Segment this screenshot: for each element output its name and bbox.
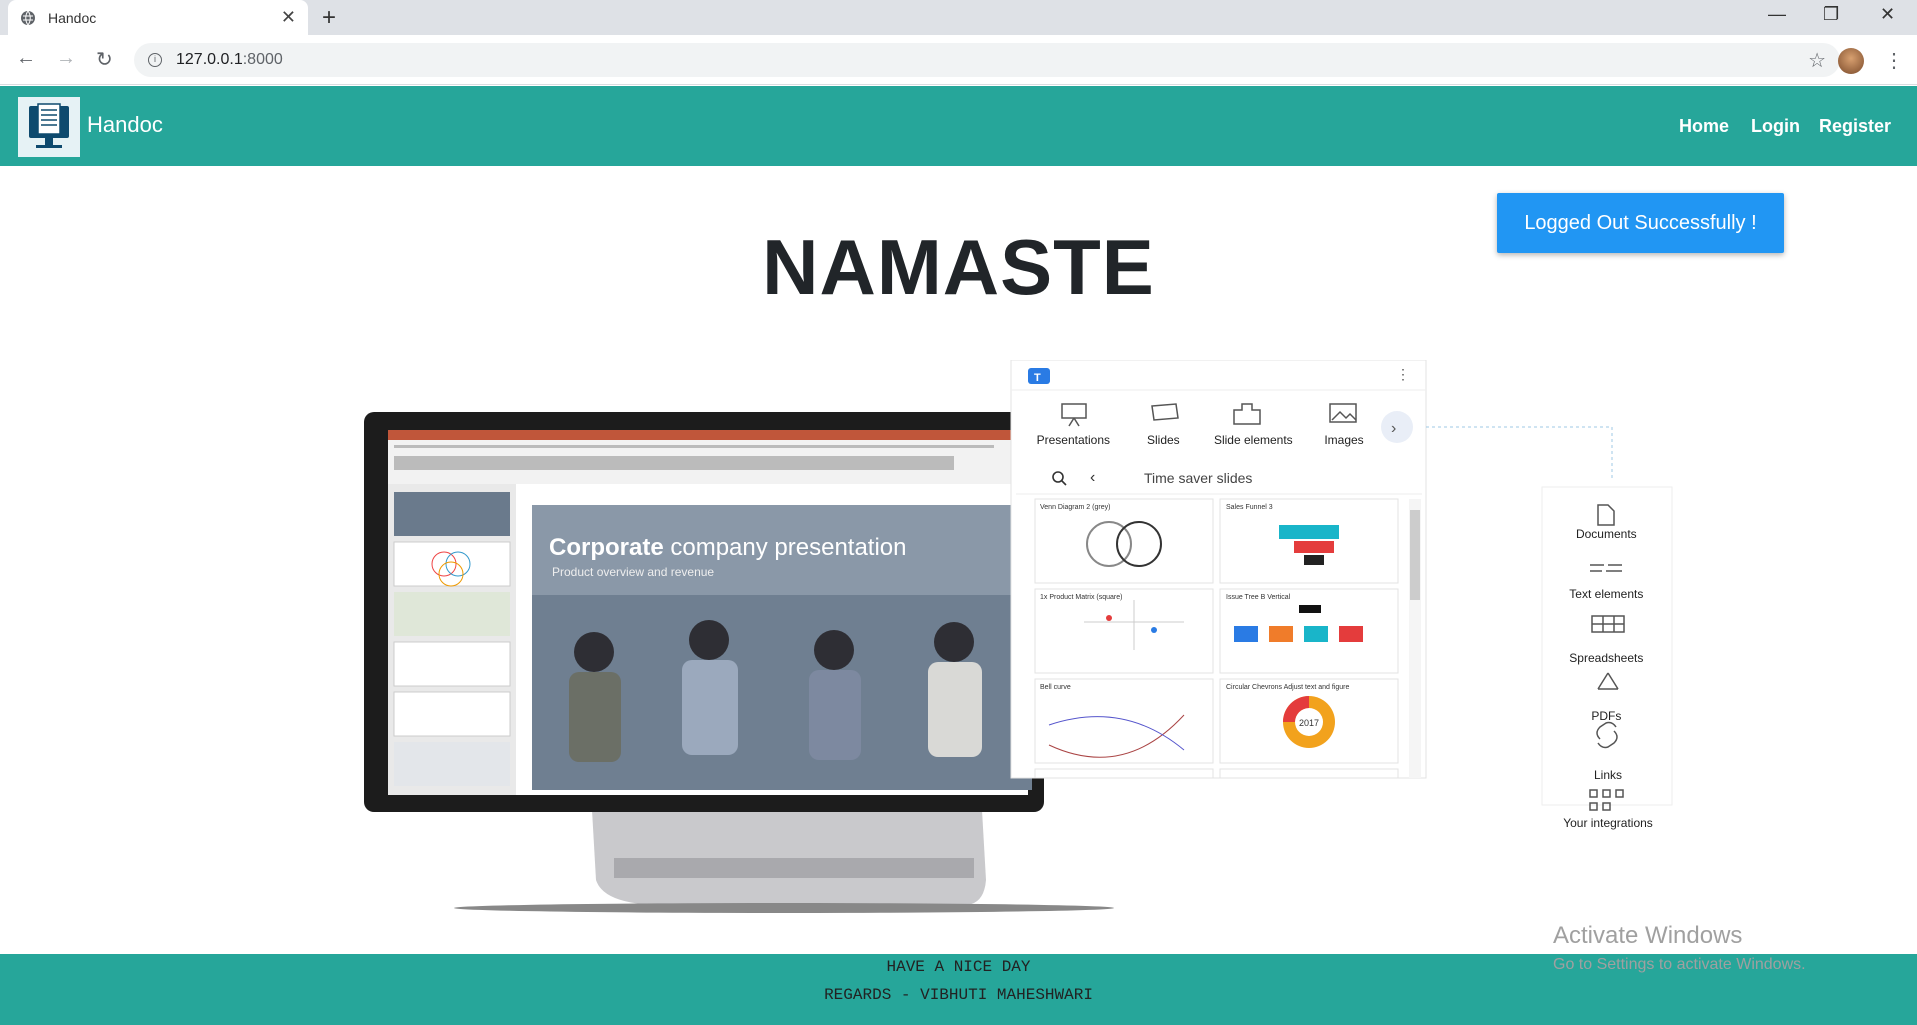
- reload-icon[interactable]: ↻: [96, 47, 113, 72]
- brand-name[interactable]: Handoc: [87, 112, 163, 138]
- nav-register-link[interactable]: Register: [1819, 116, 1891, 137]
- watermark-line-2: Go to Settings to activate Windows.: [1553, 956, 1806, 973]
- hero-illustration: Corporate company presentation Product o…: [364, 360, 1673, 913]
- globe-icon: [21, 10, 35, 25]
- browser-tab[interactable]: Handoc ✕: [8, 0, 308, 35]
- close-window-icon[interactable]: ✕: [1880, 4, 1895, 25]
- browser-tab-strip: Handoc ✕ + — ❐ ✕: [0, 0, 1917, 35]
- slide-title-bold: Corporate: [549, 534, 664, 561]
- panel-tab-slides: Slides: [1147, 433, 1180, 447]
- svg-text:Corporate company presentation: Corporate company presentation: [549, 534, 907, 561]
- donut-label: 2017: [1299, 718, 1319, 728]
- logo[interactable]: [18, 97, 80, 157]
- minimize-icon[interactable]: —: [1768, 4, 1786, 25]
- nav-home-link[interactable]: Home: [1679, 116, 1729, 137]
- bookmark-star-icon[interactable]: ☆: [1808, 48, 1826, 73]
- watermark-line-1: Activate Windows: [1553, 922, 1743, 949]
- panel-tab-slide-elements: Slide elements: [1214, 433, 1293, 447]
- slide-title-rest: company presentation: [664, 534, 907, 561]
- thumb-slide-1: [394, 492, 510, 536]
- slide-subtitle: Product overview and revenue: [552, 565, 714, 579]
- svg-text:⋮: ⋮: [1396, 366, 1410, 382]
- side-documents: Documents: [1576, 527, 1637, 541]
- close-tab-icon[interactable]: ✕: [281, 7, 296, 28]
- side-pdfs: PDFs: [1591, 709, 1621, 723]
- side-spreadsheets: Spreadsheets: [1569, 651, 1643, 665]
- side-text-elements: Text elements: [1569, 587, 1643, 601]
- side-your-integrations: Your integrations: [1563, 816, 1653, 830]
- panel-search-label: Time saver slides: [1144, 470, 1252, 486]
- page-heading: NAMASTE: [762, 223, 1155, 311]
- profile-avatar[interactable]: [1838, 48, 1864, 74]
- activate-windows-watermark: Activate Windows Go to Settings to activ…: [1553, 922, 1806, 974]
- panel-tab-images: Images: [1324, 433, 1363, 447]
- nav-login-link[interactable]: Login: [1751, 116, 1800, 137]
- svg-text:‹: ‹: [1090, 469, 1095, 486]
- navbar: Handoc Home Login Register: [0, 86, 1917, 166]
- back-icon[interactable]: ←: [16, 47, 36, 70]
- forward-icon[interactable]: →: [56, 47, 76, 70]
- logo-computer-icon: [29, 103, 69, 148]
- footer-line-2: REGARDS - VIBHUTI MAHESHWARI: [824, 986, 1093, 1004]
- restore-icon[interactable]: ❐: [1823, 4, 1839, 25]
- address-bar: ← → ↻ i 127.0.0.1:8000 ☆: [0, 35, 1917, 85]
- url-field[interactable]: i 127.0.0.1:8000 ☆: [134, 43, 1840, 77]
- tab-title: Handoc: [48, 9, 97, 26]
- new-tab-icon[interactable]: +: [322, 4, 336, 32]
- info-icon[interactable]: i: [148, 53, 162, 67]
- svg-text:›: ›: [1391, 420, 1396, 437]
- side-links: Links: [1594, 768, 1622, 782]
- panel-tab-presentations: Presentations: [1037, 433, 1110, 447]
- browser-menu-icon[interactable]: ⋮: [1884, 48, 1904, 73]
- svg-text:T: T: [1034, 372, 1041, 384]
- url-port: :8000: [242, 51, 283, 68]
- url-host: 127.0.0.1: [176, 51, 243, 68]
